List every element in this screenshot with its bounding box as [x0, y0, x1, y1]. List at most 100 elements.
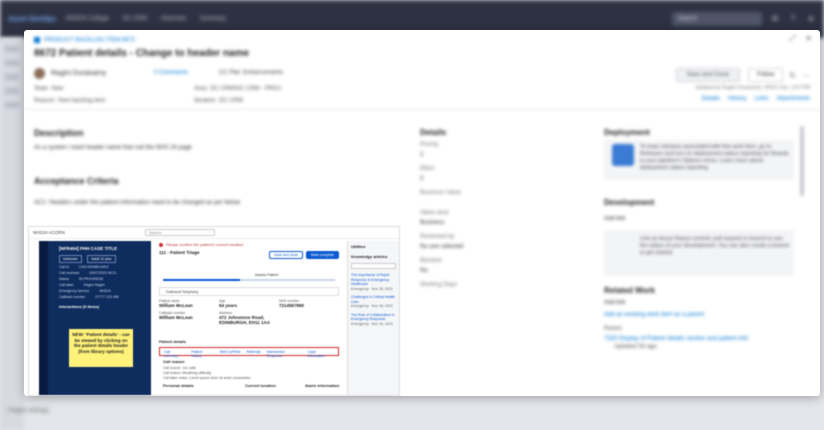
article-item[interactable]: The importance of Rapid Response in Emer…: [348, 271, 399, 293]
acceptance-heading: Acceptance Criteria: [34, 176, 119, 186]
call-reason-rows: Call source: 111 calls Call reason: Brea…: [163, 366, 251, 381]
iteration-field[interactable]: Iteration DC CRM: [194, 98, 243, 104]
mark-complete-button[interactable]: Mark complete: [306, 251, 339, 259]
embedded-screenshot: NHS24 ACORN Search [NFR404] PHH CASE TIT…: [28, 226, 400, 396]
tab-case-info[interactable]: Case information: [308, 350, 334, 358]
help-icon[interactable]: ?: [788, 14, 798, 24]
follow-button[interactable]: Follow: [747, 68, 784, 82]
global-search-input[interactable]: Search: [672, 12, 762, 26]
blocked-label: Blocked: [420, 258, 442, 264]
fullscreen-icon[interactable]: ⤢: [789, 34, 795, 44]
working-days-label: Working Days: [420, 282, 458, 288]
related-add-link[interactable]: Add link: [604, 300, 625, 306]
description-text[interactable]: As a system I want header name that suit…: [34, 144, 374, 152]
summary-row: Callback number 07777 123 456: [57, 294, 149, 300]
value-area-value[interactable]: Business: [420, 220, 444, 226]
tab-details[interactable]: Details: [702, 96, 720, 102]
tab-links[interactable]: Links: [755, 96, 769, 102]
area-label: Area: [194, 86, 207, 92]
state-value: New: [51, 86, 64, 92]
info-cell: NHS number 7214567890: [279, 299, 339, 308]
priority-value[interactable]: 2: [420, 152, 423, 158]
knowledge-search-input[interactable]: [351, 263, 396, 269]
breadcrumb-item[interactable]: Summary: [200, 16, 226, 22]
info-value: William McLean: [159, 315, 193, 320]
brand-logo[interactable]: Azure DevOps: [8, 16, 56, 23]
summary-key: Emergency Service: [59, 289, 90, 293]
reason-value: New backlog item: [58, 98, 106, 104]
side-rail: [39, 241, 48, 395]
left-navigation: [0, 38, 24, 430]
updated-by-text: Updated by Ragini Duraisamy: 4/5/21 Dec,…: [695, 85, 810, 91]
avatar: [34, 68, 45, 79]
close-icon[interactable]: ✕: [805, 34, 812, 44]
comments-link[interactable]: 0 Comments: [154, 70, 188, 76]
nav-item[interactable]: [5, 60, 19, 66]
reviewed-by-value[interactable]: No one selected: [420, 244, 463, 250]
parent-item-link[interactable]: 7325 Display of Patient details section …: [604, 336, 748, 342]
nav-item[interactable]: [5, 102, 19, 108]
personal-details-section[interactable]: Personal details: [163, 383, 194, 388]
patient-summary-content: [NFR404] PHH CASE TITLE Unknown Adult 12…: [57, 243, 149, 311]
user-icon[interactable]: ●: [806, 14, 816, 24]
breadcrumb-item[interactable]: DC CRM: [123, 16, 147, 22]
value-area-label: Value area: [420, 210, 449, 216]
breadcrumb-item[interactable]: Overview: [161, 16, 186, 22]
article-meta: Emergency · Nov 18, 2023: [351, 304, 393, 308]
summary-key: Call taker: [59, 283, 74, 287]
patient-chips: Unknown Adult 12 plus: [57, 254, 149, 264]
blocked-value[interactable]: No: [420, 268, 428, 274]
alarm-info-section[interactable]: Alarm information: [305, 383, 339, 388]
tab-call-summary[interactable]: Call summary: [164, 350, 185, 358]
info-cell: Age 64 years: [219, 299, 279, 308]
add-existing-parent-link[interactable]: Add an existing work item as a parent: [604, 312, 704, 318]
patient-case-title: [NFR404] PHH CASE TITLE: [59, 246, 118, 251]
tab-patient-history[interactable]: Patient history: [191, 350, 213, 358]
nav-item[interactable]: [5, 46, 19, 52]
work-item-header: PRODUCT BACKLOG ITEM 8672 ⤢ ✕ 8672 Patie…: [24, 30, 820, 110]
tag-chip[interactable]: CC Plat: Enhancements: [219, 70, 283, 76]
acceptance-text[interactable]: AC1: Headers under the patient informati…: [34, 200, 394, 206]
reviewed-by-label: Reviewed by: [420, 234, 455, 240]
effort-value[interactable]: 3: [420, 176, 423, 182]
tab-referrals[interactable]: Referrals: [246, 350, 260, 354]
save-and-close-button[interactable]: Save and Close: [675, 68, 740, 82]
call-row: Call taker notes: Lorem ipsum dolor sit …: [163, 376, 251, 380]
nav-item[interactable]: [5, 74, 19, 80]
info-value: 7214567890: [279, 303, 305, 308]
save-close-button[interactable]: Save and close: [269, 251, 304, 259]
work-item-title[interactable]: 8672 Patient details - Change to header …: [34, 48, 249, 59]
deployment-rocket-icon: [612, 144, 634, 166]
nav-item[interactable]: [5, 88, 19, 94]
project-settings-link[interactable]: Project settings: [0, 402, 120, 422]
breadcrumb-item[interactable]: NHSUK College: [66, 16, 109, 22]
article-title: Challenges in Critical Health Care: [351, 295, 395, 304]
info-value: 64 years: [219, 303, 238, 308]
dialog-blurred-content: PRODUCT BACKLOG ITEM 8672 ⤢ ✕ 8672 Patie…: [24, 30, 820, 350]
progress-fill: [163, 279, 241, 281]
patient-details-heading[interactable]: Patient details: [159, 339, 186, 344]
tab-intervention[interactable]: Intervention Response: [267, 350, 302, 358]
state-field[interactable]: State New: [34, 86, 63, 92]
acorn-search-input[interactable]: Search: [144, 229, 215, 236]
more-actions-icon[interactable]: ⋯: [802, 71, 810, 80]
area-field[interactable]: Area DC CRM\DC CRM - PROJ: [194, 86, 281, 92]
tab-history[interactable]: History: [728, 96, 747, 102]
scrollbar[interactable]: [800, 126, 804, 196]
current-location-section[interactable]: Current location: [245, 383, 276, 388]
tab-smccs[interactable]: SMCCs/PEW: [219, 350, 240, 354]
telephony-bar[interactable]: Outbound Telephony: [159, 287, 339, 296]
assignee-field[interactable]: Ragini Duraisamy: [34, 68, 106, 79]
priority-label: Priority: [420, 142, 439, 148]
article-item[interactable]: The Role of Collaboration in Emergency R…: [348, 311, 399, 329]
summary-value: 03/07/2023 09:21: [89, 271, 117, 275]
tab-attachments[interactable]: Attachments: [777, 96, 810, 102]
article-item[interactable]: Challenges in Critical Health Care Emerge…: [348, 293, 399, 311]
reason-label: Reason: [34, 98, 55, 104]
settings-icon[interactable]: ⚙: [770, 14, 780, 24]
summary-key: Callback number: [59, 295, 86, 299]
iteration-value: DC CRM: [219, 98, 244, 104]
reason-field[interactable]: Reason New backlog item: [34, 98, 105, 104]
development-add-link[interactable]: Add link: [604, 216, 625, 222]
refresh-icon[interactable]: ↻: [789, 71, 796, 80]
